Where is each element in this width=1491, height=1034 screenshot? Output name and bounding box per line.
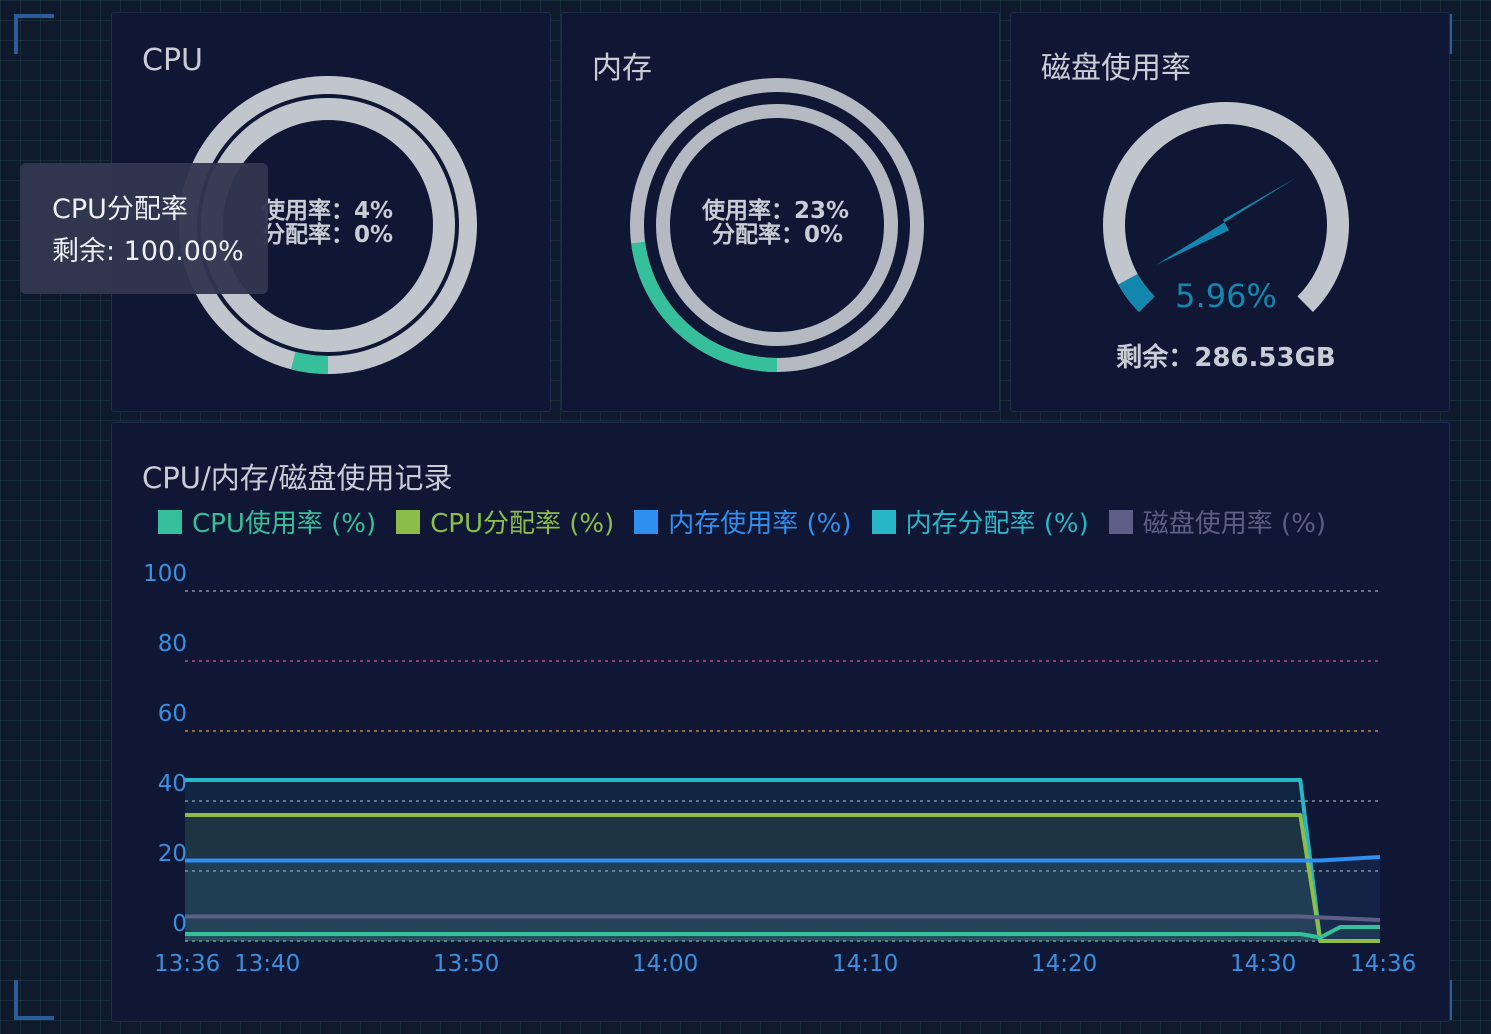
tooltip-value: 剩余: 100.00% xyxy=(52,236,244,267)
disk-percent-label: 5.96% xyxy=(1175,277,1277,315)
disk-panel: 磁盘使用率 5.96% 剩余：286.53GB xyxy=(1010,12,1450,412)
x-tick-1430: 14:30 xyxy=(1230,951,1297,977)
x-tick-1420: 14:20 xyxy=(1031,951,1098,977)
frame-corner-bottom-left xyxy=(14,980,54,1020)
x-tick-1410: 14:10 xyxy=(832,951,899,977)
cpu-usage-label: 使用率：4% xyxy=(261,198,393,224)
tooltip-title: CPU分配率 xyxy=(52,194,188,225)
disk-gauge-pointer xyxy=(1156,177,1297,265)
x-tick-1340: 13:40 xyxy=(234,951,301,977)
cpu-alloc-tooltip: CPU分配率 剩余: 100.00% xyxy=(20,163,268,294)
usage-history-panel: CPU/内存/磁盘使用记录 CPU使用率 (%) CPU分配率 (%) 内存使用… xyxy=(111,422,1450,1022)
y-tick-80: 80 xyxy=(157,631,187,657)
memory-panel: 内存 使用率：23% 分配率：0% xyxy=(561,12,1000,412)
x-tick-1350: 13:50 xyxy=(433,951,500,977)
memory-usage-arc xyxy=(631,241,778,372)
y-tick-20: 20 xyxy=(157,841,187,867)
y-tick-100: 100 xyxy=(143,561,187,587)
x-tick-1436: 14:36 xyxy=(1350,951,1417,977)
disk-gauge-track xyxy=(1103,102,1349,312)
y-tick-40: 40 xyxy=(157,771,187,797)
x-tick-1336: 13:36 xyxy=(154,951,221,977)
y-tick-60: 60 xyxy=(157,701,187,727)
cpu-usage-arc xyxy=(290,351,329,374)
memory-usage-label: 使用率：23% xyxy=(701,198,849,224)
memory-alloc-label: 分配率：0% xyxy=(711,222,843,248)
cpu-alloc-label: 分配率：0% xyxy=(261,222,393,248)
usage-history-chart[interactable] xyxy=(112,423,1451,1023)
frame-corner-top-left xyxy=(14,14,54,54)
x-tick-1400: 14:00 xyxy=(632,951,699,977)
y-tick-0: 0 xyxy=(172,911,187,937)
disk-remaining-label: 剩余：286.53GB xyxy=(1116,343,1336,373)
